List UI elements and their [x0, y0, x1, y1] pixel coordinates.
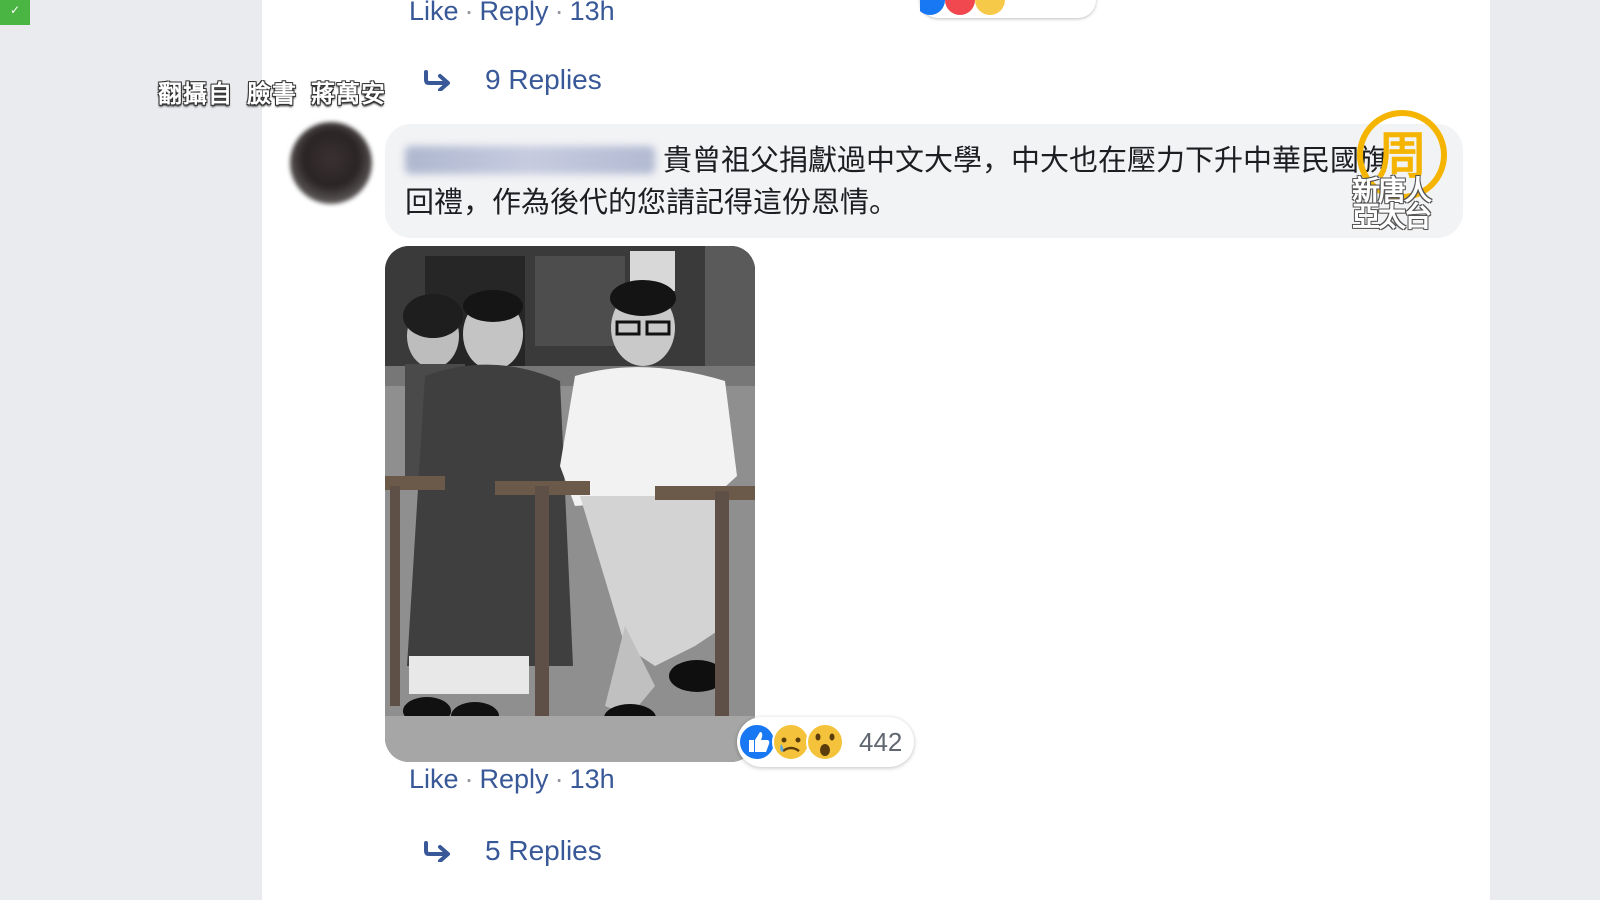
reply-link[interactable]: Reply — [480, 764, 549, 794]
view-replies-link[interactable]: 5 Replies — [423, 835, 602, 867]
comment-actions: Like · Reply · 13h — [409, 764, 615, 795]
reaction-count: 442 — [859, 726, 903, 757]
broadcaster-name: 新唐人 亞太台 — [1352, 177, 1462, 232]
logo-line: 亞太台 — [1352, 201, 1432, 232]
credit-part: 翻攝自 — [158, 81, 233, 108]
credit-part: 臉書 — [247, 81, 297, 108]
reply-link[interactable]: Reply — [480, 0, 549, 26]
separator: · — [554, 764, 564, 794]
reaction-summary[interactable]: 442 — [737, 717, 914, 767]
separator: · — [464, 764, 474, 794]
replies-count-label: 5 Replies — [485, 835, 602, 866]
timestamp[interactable]: 13h — [570, 0, 615, 26]
replies-count-label: 9 Replies — [485, 64, 602, 95]
credit-part: 蔣萬安 — [311, 81, 386, 108]
top-reaction-icons — [915, 0, 1005, 15]
view-replies-link[interactable]: 9 Replies — [423, 64, 602, 96]
comment-photo[interactable] — [385, 246, 755, 762]
avatar[interactable] — [290, 122, 372, 204]
source-credit: 翻攝自 臉書 蔣萬安 — [158, 74, 400, 109]
like-link[interactable]: Like — [409, 0, 459, 26]
corner-tab: ✓ — [0, 0, 30, 25]
comment-text: 貴曾祖父捐獻過中文大學，中大也在壓力下升中華民國旗回禮，作為後代的您請記得這份恩… — [405, 145, 1389, 219]
reply-arrow-icon — [424, 70, 450, 91]
timestamp[interactable]: 13h — [570, 764, 615, 794]
like-icon — [738, 723, 776, 761]
photo-illustration — [385, 246, 755, 762]
top-reaction-pill[interactable] — [915, 0, 1096, 18]
top-comment-actions: Like · Reply · 13h — [409, 0, 615, 27]
separator: · — [554, 0, 564, 26]
separator: · — [464, 0, 474, 26]
sad-icon — [772, 723, 810, 761]
wow-icon — [806, 723, 844, 761]
like-link[interactable]: Like — [409, 764, 459, 794]
reaction-icons — [738, 723, 844, 761]
reply-arrow-icon — [424, 841, 450, 862]
